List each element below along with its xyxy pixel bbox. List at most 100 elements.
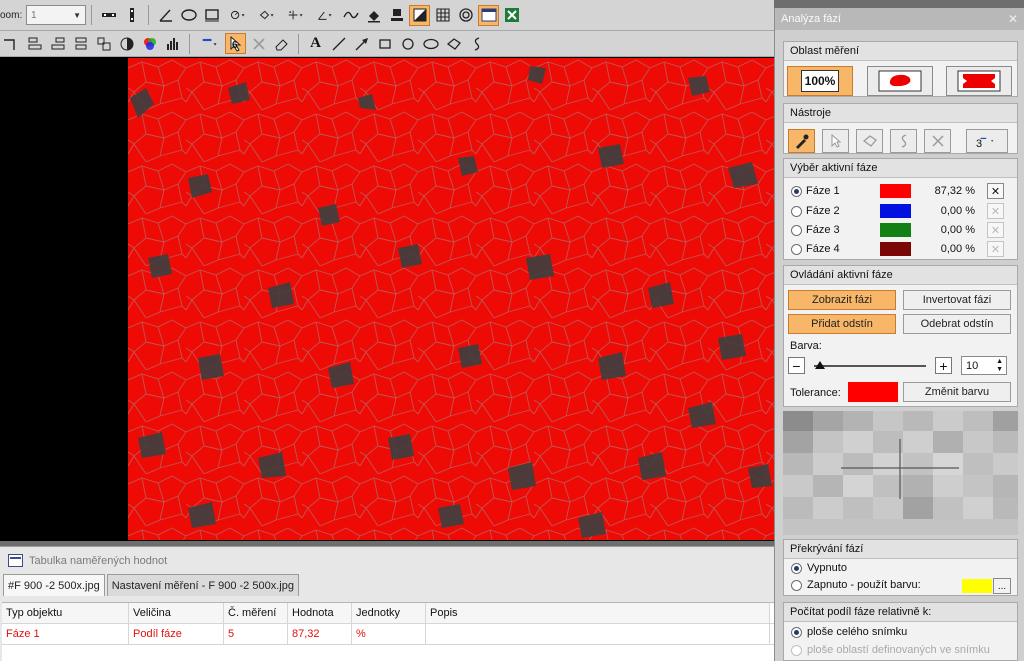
phase-row[interactable]: Fáze 2 0,00 % ✕ <box>784 201 1017 221</box>
line-width-dropdown[interactable] <box>196 33 223 54</box>
phase-row[interactable]: Fáze 3 0,00 % ✕ <box>784 220 1017 240</box>
overlap-on-radio[interactable] <box>791 579 802 591</box>
fill-area-icon[interactable] <box>363 5 384 26</box>
relative-defined-option[interactable]: ploše oblastí definovaných ve snímku <box>784 644 990 656</box>
contrast-icon[interactable] <box>116 33 137 54</box>
angle-dropdown-icon[interactable] <box>311 5 338 26</box>
rectangle-tool-icon[interactable] <box>374 33 395 54</box>
micrograph-image[interactable] <box>128 58 774 540</box>
invert-phase-button[interactable]: Invertovat fázi <box>903 290 1011 310</box>
arrow-tool-icon[interactable] <box>351 33 372 54</box>
relative-defined-radio[interactable] <box>791 644 802 656</box>
relative-whole-radio[interactable] <box>791 626 802 638</box>
color-slider[interactable] <box>814 361 926 369</box>
brush-width-dropdown[interactable]: 3 <box>966 129 1008 153</box>
phase-color-swatch[interactable] <box>880 223 911 237</box>
table-cell <box>426 624 770 644</box>
column-header[interactable]: Popis <box>426 603 770 623</box>
phase-color-swatch[interactable] <box>880 204 911 218</box>
delete-selection-icon[interactable] <box>924 129 951 153</box>
measurement-table: Typ objektu Veličina Č. měření Hodnota J… <box>2 602 774 661</box>
polygon-tool-dropdown-icon[interactable] <box>253 5 280 26</box>
overlap-off-radio[interactable] <box>791 562 802 574</box>
arrange-icon[interactable] <box>93 33 114 54</box>
column-header[interactable]: Typ objektu <box>2 603 129 623</box>
slider-thumb[interactable] <box>814 361 825 369</box>
eyedropper-icon[interactable] <box>788 129 815 153</box>
tab-image-file[interactable]: #F 900 -2 500x.jpg <box>3 574 105 596</box>
freehand-select-icon[interactable] <box>890 129 917 153</box>
phase-radio[interactable] <box>791 205 802 217</box>
points-tool-dropdown-icon[interactable] <box>282 5 309 26</box>
polygon-select-icon[interactable] <box>856 129 883 153</box>
stamp-icon[interactable] <box>386 5 407 26</box>
spinner-arrows-icon[interactable]: ▲ ▼ <box>996 358 1003 374</box>
color-step-input[interactable]: 10 ▲ ▼ <box>961 356 1007 375</box>
column-header[interactable]: Jednotky <box>352 603 426 623</box>
overlap-color-more-button[interactable]: ... <box>993 578 1011 594</box>
polygon-tool-icon[interactable] <box>443 33 464 54</box>
eraser-icon[interactable] <box>271 33 292 54</box>
rgb-channels-icon[interactable] <box>139 33 160 54</box>
phase-radio[interactable] <box>791 185 802 197</box>
tolerance-color-swatch[interactable] <box>848 382 898 402</box>
rectangle-measure-icon[interactable] <box>201 5 222 26</box>
circle-tool-icon[interactable] <box>397 33 418 54</box>
show-phase-button[interactable]: Zobrazit fázi <box>788 290 896 310</box>
grid-icon[interactable] <box>432 5 453 26</box>
freehand-tool-icon[interactable] <box>466 33 487 54</box>
ellipse-tool-icon[interactable] <box>420 33 441 54</box>
column-header[interactable]: Hodnota <box>288 603 352 623</box>
phase-color-swatch[interactable] <box>880 184 911 198</box>
excel-export-icon[interactable] <box>501 5 522 26</box>
remove-shade-button[interactable]: Odebrat odstín <box>903 314 1011 334</box>
change-color-button[interactable]: Změnit barvu <box>903 382 1011 402</box>
overlap-on-option[interactable]: Zapnuto - použít barvu: <box>784 579 921 591</box>
text-tool-icon[interactable]: A <box>305 33 326 54</box>
close-icon[interactable]: ✕ <box>1008 12 1018 26</box>
zoom-select[interactable]: 1 ▼ <box>26 5 86 25</box>
angle-icon[interactable] <box>155 5 176 26</box>
tab-measurement-settings[interactable]: Nastavení měření - F 900 -2 500x.jpg <box>106 574 299 596</box>
polygon-area-button[interactable] <box>946 66 1012 96</box>
add-shade-button[interactable]: Přidat odstín <box>788 314 896 334</box>
vertical-measure-icon[interactable] <box>121 5 142 26</box>
close-icon[interactable] <box>248 33 269 54</box>
column-header[interactable]: Č. měření <box>224 603 288 623</box>
ellipse-measure-icon[interactable] <box>178 5 199 26</box>
overlap-off-option[interactable]: Vypnuto <box>784 562 847 574</box>
align-right-icon[interactable] <box>47 33 68 54</box>
line-measure-icon[interactable] <box>98 5 119 26</box>
distribute-icon[interactable] <box>70 33 91 54</box>
ellipse-area-button[interactable] <box>867 66 933 96</box>
table-window-icon[interactable] <box>478 4 499 26</box>
plus-button[interactable]: + <box>935 357 952 374</box>
phase-row[interactable]: Fáze 1 87,32 % ✕ <box>784 181 1017 201</box>
relative-whole-option[interactable]: ploše celého snímku <box>784 626 907 638</box>
align-left-icon[interactable] <box>24 33 45 54</box>
select-arrow-icon[interactable] <box>822 129 849 153</box>
overlap-section: Překrývání fází Vypnuto Zapnuto - použít… <box>783 539 1018 596</box>
overlap-color-swatch[interactable] <box>962 579 992 593</box>
clear-phase-icon[interactable]: ✕ <box>987 241 1004 257</box>
circle-tool-dropdown-icon[interactable] <box>224 5 251 26</box>
clear-phase-icon[interactable]: ✕ <box>987 203 1004 219</box>
phase-radio[interactable] <box>791 243 802 255</box>
line-tool-icon[interactable] <box>328 33 349 54</box>
crop-icon[interactable] <box>1 33 22 54</box>
clear-phase-icon[interactable]: ✕ <box>987 183 1004 199</box>
target-icon[interactable] <box>455 5 476 26</box>
phase-row[interactable]: Fáze 4 0,00 % ✕ <box>784 239 1017 259</box>
phase-color-swatch[interactable] <box>880 242 911 256</box>
phase-analysis-icon[interactable] <box>409 4 430 26</box>
whole-image-button[interactable]: 100% <box>787 66 853 96</box>
minus-button[interactable]: − <box>788 357 805 374</box>
color-sample-preview[interactable] <box>783 411 1018 535</box>
histogram-icon[interactable] <box>162 33 183 54</box>
column-header[interactable]: Veličina <box>129 603 224 623</box>
curve-icon[interactable] <box>340 5 361 26</box>
clear-phase-icon[interactable]: ✕ <box>987 222 1004 238</box>
table-row[interactable]: Fáze 1 Podíl fáze 5 87,32 % <box>2 624 774 645</box>
image-canvas[interactable] <box>0 57 774 541</box>
phase-radio[interactable] <box>791 224 802 236</box>
